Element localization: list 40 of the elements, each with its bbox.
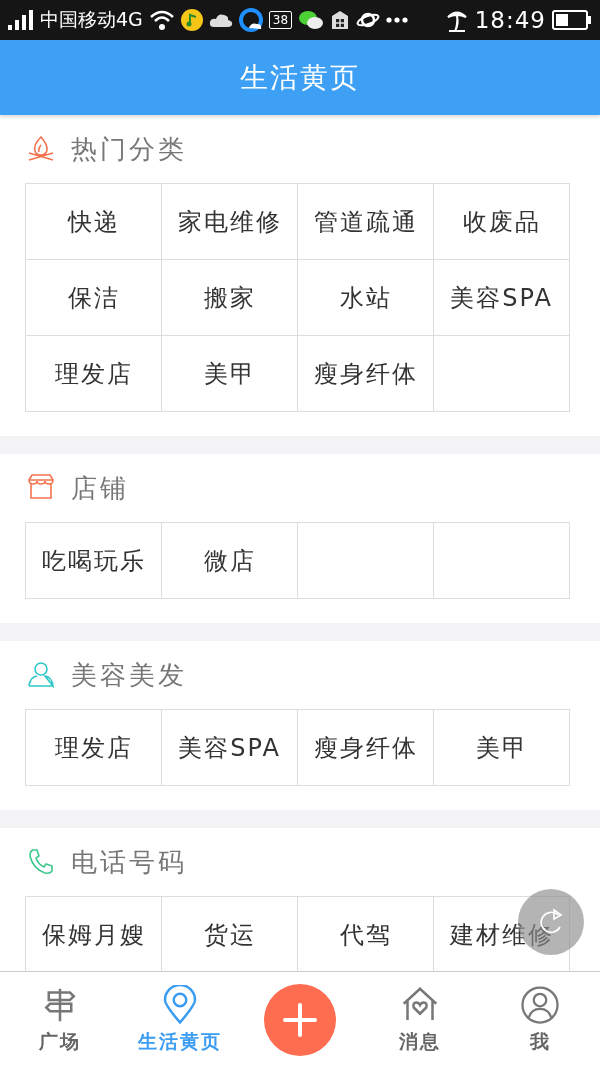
page-title: 生活黄页 [240,59,360,96]
browser-icon [238,8,263,32]
nav-tab[interactable]: 消息 [399,984,441,1055]
plus-icon [283,1002,317,1037]
section-title: 电话号码 [71,845,187,879]
category-cell[interactable]: 美容SPA [162,710,298,786]
notification-badge: 38 [268,11,293,29]
category-cell[interactable]: 吃喝玩乐 [26,523,162,599]
category-cell[interactable]: 瘦身纤体 [298,710,434,786]
category-cell[interactable]: 管道疏通 [298,184,434,260]
person-icon [25,659,57,691]
planet-icon [356,11,381,29]
nav-tab[interactable]: 广场 [39,984,81,1055]
more-dots-icon [386,17,409,23]
nav-tab[interactable]: 我 [520,984,560,1055]
music-note-icon [180,9,203,31]
category-cell[interactable]: 瘦身纤体 [298,336,434,412]
user-icon [520,984,560,1025]
category-cell[interactable]: 美甲 [434,710,570,786]
carrier-name: 中国移动4G [40,7,143,32]
category-cell[interactable]: 美容SPA [434,260,570,336]
category-cell[interactable]: 家电维修 [162,184,298,260]
category-cell[interactable]: 理发店 [26,710,162,786]
signal-icon [8,10,34,30]
grid-house-icon [330,10,351,30]
battery-icon [552,10,592,30]
category-cell[interactable]: 收废品 [434,184,570,260]
category-cell[interactable]: 美甲 [162,336,298,412]
category-cell[interactable]: 保洁 [26,260,162,336]
section-title: 美容美发 [71,658,187,692]
clock-time: 18:49 [474,7,546,33]
category-cell[interactable]: 水站 [298,260,434,336]
category-cell[interactable]: 快递 [26,184,162,260]
section-title: 热门分类 [71,132,187,166]
wifi-icon [148,9,175,31]
category-cell[interactable]: 理发店 [26,336,162,412]
category-cell[interactable]: 搬家 [162,260,298,336]
chat-bubbles-icon [298,9,325,31]
category-cell[interactable]: 微店 [162,523,298,599]
section-title: 店铺 [71,471,129,505]
